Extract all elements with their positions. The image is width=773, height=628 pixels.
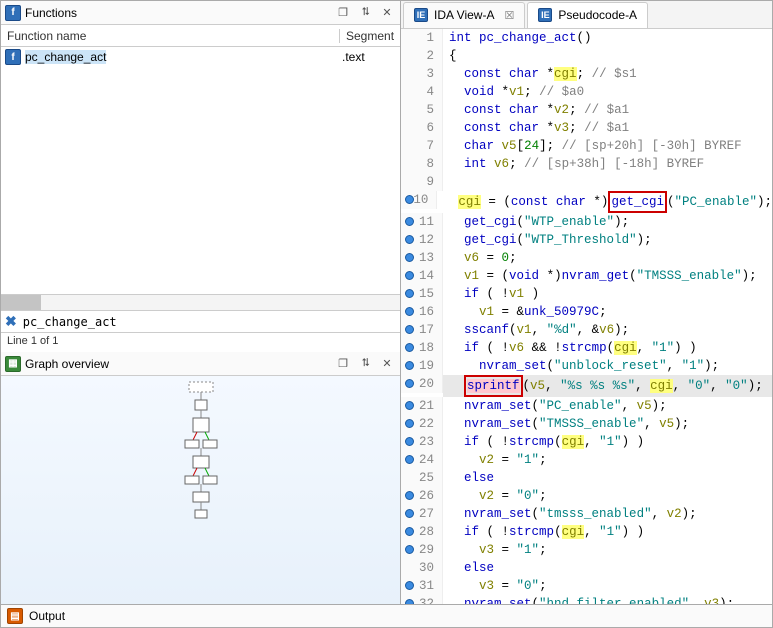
function-name: pc_change_act	[25, 50, 106, 64]
panel-restore-button[interactable]: ❐	[334, 356, 352, 372]
breakpoint-dot[interactable]	[405, 195, 414, 204]
function-icon: f	[5, 49, 21, 65]
breakpoint-dot[interactable]	[405, 491, 414, 500]
breakpoint-dot[interactable]	[405, 289, 414, 298]
code-line[interactable]: 19 nvram_set("unblock_reset", "1");	[401, 357, 772, 375]
tab-label: Pseudocode-A	[558, 8, 637, 22]
functions-status: Line 1 of 1	[1, 332, 400, 352]
breakpoint-dot[interactable]	[405, 271, 414, 280]
ida-view-icon: IE	[414, 8, 428, 22]
code-line[interactable]: 21 nvram_set("PC_enable", v5);	[401, 397, 772, 415]
code-line[interactable]: 12 get_cgi("WTP_Threshold");	[401, 231, 772, 249]
output-panel-header[interactable]: ▤ Output	[0, 604, 773, 628]
graph-panel-header: ▦ Graph overview ❐ ⮁ ✕	[1, 352, 400, 376]
code-line[interactable]: 31 v3 = "0";	[401, 577, 772, 595]
clear-filter-button[interactable]: ✖	[5, 313, 17, 330]
function-row[interactable]: f pc_change_act .text	[1, 47, 400, 67]
breakpoint-dot[interactable]	[405, 401, 414, 410]
code-line[interactable]: 4 void *v1; // $a0	[401, 83, 772, 101]
graph-minimap	[171, 380, 231, 530]
code-line[interactable]: 20 sprintf(v5, "%s %s %s", cgi, "0", "0"…	[401, 375, 772, 397]
code-line[interactable]: 23 if ( !strcmp(cgi, "1") )	[401, 433, 772, 451]
panel-close-button[interactable]: ✕	[378, 5, 396, 21]
tab-close-button[interactable]: ☒	[504, 9, 514, 22]
column-function-name[interactable]: Function name	[1, 29, 340, 43]
filter-text[interactable]: pc_change_act	[23, 315, 117, 329]
functions-panel-header: f Functions ❐ ⮁ ✕	[1, 1, 400, 25]
functions-columns-header[interactable]: Function name Segment	[1, 25, 400, 47]
tab-label: IDA View-A	[434, 8, 494, 22]
panel-pin-button[interactable]: ⮁	[356, 356, 374, 372]
output-icon: ▤	[7, 608, 23, 624]
breakpoint-dot[interactable]	[405, 509, 414, 518]
code-line[interactable]: 18 if ( !v6 && !strcmp(cgi, "1") )	[401, 339, 772, 357]
breakpoint-dot[interactable]	[405, 343, 414, 352]
code-line[interactable]: 3 const char *cgi; // $s1	[401, 65, 772, 83]
code-line[interactable]: 30 else	[401, 559, 772, 577]
code-line[interactable]: 13 v6 = 0;	[401, 249, 772, 267]
code-line[interactable]: 24 v2 = "1";	[401, 451, 772, 469]
code-line[interactable]: 2{	[401, 47, 772, 65]
breakpoint-dot[interactable]	[405, 361, 414, 370]
functions-h-scrollbar[interactable]	[1, 294, 400, 310]
breakpoint-dot[interactable]	[405, 307, 414, 316]
code-line[interactable]: 27 nvram_set("tmsss_enabled", v2);	[401, 505, 772, 523]
panel-pin-button[interactable]: ⮁	[356, 5, 374, 21]
code-line[interactable]: 7 char v5[24]; // [sp+20h] [-30h] BYREF	[401, 137, 772, 155]
graph-icon: ▦	[5, 356, 21, 372]
code-line[interactable]: 5 const char *v2; // $a1	[401, 101, 772, 119]
breakpoint-dot[interactable]	[405, 419, 414, 428]
functions-title: Functions	[25, 6, 330, 20]
tab-ida-view[interactable]: IE IDA View-A ☒	[403, 2, 525, 28]
function-segment: .text	[336, 50, 396, 64]
code-line[interactable]: 6 const char *v3; // $a1	[401, 119, 772, 137]
breakpoint-dot[interactable]	[405, 217, 414, 226]
pseudocode-editor[interactable]: 1int pc_change_act()2{3 const char *cgi;…	[401, 29, 772, 607]
code-line[interactable]: 29 v3 = "1";	[401, 541, 772, 559]
breakpoint-dot[interactable]	[405, 235, 414, 244]
panel-close-button[interactable]: ✕	[378, 356, 396, 372]
panel-restore-button[interactable]: ❐	[334, 5, 352, 21]
code-line[interactable]: 8 int v6; // [sp+38h] [-18h] BYREF	[401, 155, 772, 173]
code-line[interactable]: 22 nvram_set("TMSSS_enable", v5);	[401, 415, 772, 433]
code-line[interactable]: 1int pc_change_act()	[401, 29, 772, 47]
breakpoint-dot[interactable]	[405, 253, 414, 262]
breakpoint-dot[interactable]	[405, 379, 414, 388]
code-line[interactable]: 15 if ( !v1 )	[401, 285, 772, 303]
functions-filter-row: ✖ pc_change_act	[1, 310, 400, 332]
code-line[interactable]: 16 v1 = &unk_50979C;	[401, 303, 772, 321]
column-segment[interactable]: Segment	[340, 29, 400, 43]
code-line[interactable]: 26 v2 = "0";	[401, 487, 772, 505]
breakpoint-dot[interactable]	[405, 325, 414, 334]
functions-icon: f	[5, 5, 21, 21]
breakpoint-dot[interactable]	[405, 437, 414, 446]
code-line[interactable]: 25 else	[401, 469, 772, 487]
code-line[interactable]: 9	[401, 173, 772, 191]
code-line[interactable]: 17 sscanf(v1, "%d", &v6);	[401, 321, 772, 339]
graph-title: Graph overview	[25, 357, 330, 371]
breakpoint-dot[interactable]	[405, 455, 414, 464]
code-line[interactable]: 10 cgi = (const char *)get_cgi("PC_enabl…	[401, 191, 772, 213]
breakpoint-dot[interactable]	[405, 545, 414, 554]
editor-tabs: IE IDA View-A ☒ IE Pseudocode-A	[401, 1, 772, 29]
breakpoint-dot[interactable]	[405, 581, 414, 590]
pseudocode-icon: IE	[538, 8, 552, 22]
tab-pseudocode[interactable]: IE Pseudocode-A	[527, 2, 648, 28]
output-title: Output	[29, 609, 65, 623]
code-line[interactable]: 28 if ( !strcmp(cgi, "1") )	[401, 523, 772, 541]
functions-list[interactable]: f pc_change_act .text	[1, 47, 400, 294]
code-line[interactable]: 14 v1 = (void *)nvram_get("TMSSS_enable"…	[401, 267, 772, 285]
code-line[interactable]: 11 get_cgi("WTP_enable");	[401, 213, 772, 231]
graph-overview-canvas[interactable]	[1, 376, 400, 627]
breakpoint-dot[interactable]	[405, 527, 414, 536]
